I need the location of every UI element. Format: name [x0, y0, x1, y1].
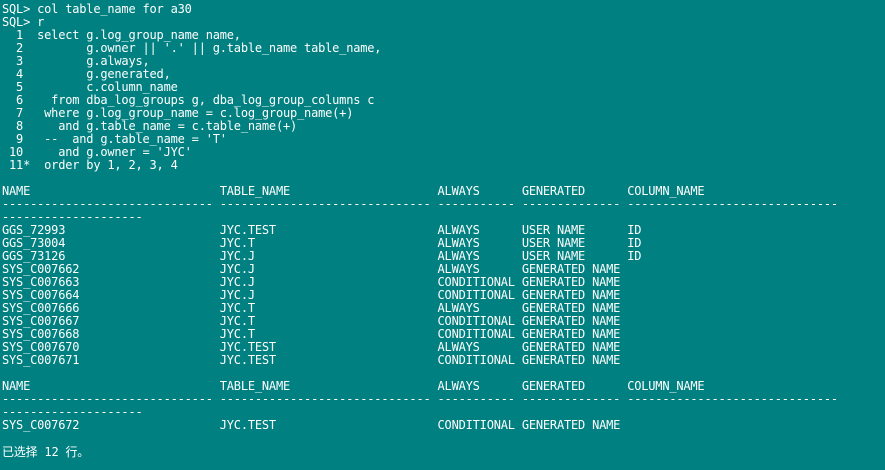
sql-query-line: 11* order by 1, 2, 3, 4	[2, 158, 178, 172]
sqlplus-console[interactable]: SQL> col table_name for a30 SQL> r 1 sel…	[0, 0, 885, 470]
rows-selected-status: 已选择 12 行。	[2, 445, 90, 459]
result-row: SYS_C007672 JYC.TEST CONDITIONAL GENERAT…	[2, 418, 621, 432]
result-row: SYS_C007671 JYC.TEST CONDITIONAL GENERAT…	[2, 353, 621, 367]
